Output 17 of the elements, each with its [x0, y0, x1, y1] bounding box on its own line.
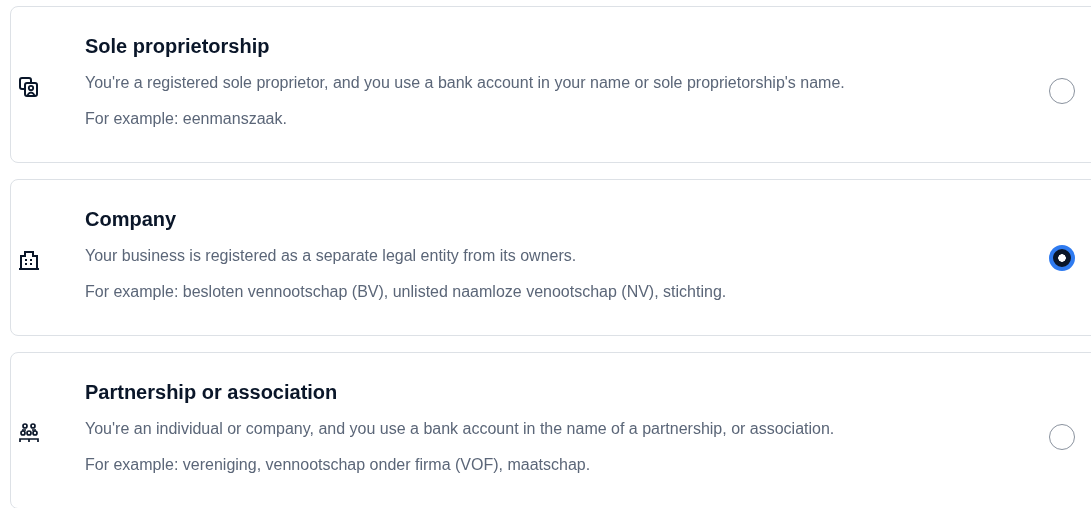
option-description: You're a registered sole proprietor, and you use a bank account in your name or sole proprietorship's name.: [85, 73, 846, 93]
option-title: Company: [85, 207, 178, 232]
radio-button[interactable]: [1049, 77, 1075, 104]
option-title: Partnership or association: [85, 380, 339, 405]
option-example: For example: eenmanszaak.: [85, 109, 288, 129]
option-example: For example: besloten vennootschap (BV), unlisted naamloze venootschap (NV), stichting.: [85, 282, 728, 302]
option-card[interactable]: Sole proprietorship You're a registered sole proprietor, and you use a bank account in your name or sole proprietorship's name. For example: eenmanszaak.: [10, 6, 1091, 163]
person-icon: [19, 76, 39, 97]
group-icon: [19, 422, 39, 443]
radio-button[interactable]: [1049, 423, 1075, 450]
option-example: For example: vereniging, vennootschap onder firma (VOF), maatschap.: [85, 455, 592, 475]
option-description: You're an individual or company, and you use a bank account in the name of a partnership, or association.: [85, 419, 836, 439]
option-description: Your business is registered as a separate legal entity from its owners.: [85, 246, 578, 266]
option-card[interactable]: Company Your business is registered as a separate legal entity from its owners. For example: besloten vennootschap (BV), unlisted naamloze venootschap (NV), stichting.: [10, 179, 1091, 336]
option-title: Sole proprietorship: [85, 34, 271, 59]
building-icon: [19, 249, 39, 270]
radio-button[interactable]: [1049, 244, 1075, 271]
